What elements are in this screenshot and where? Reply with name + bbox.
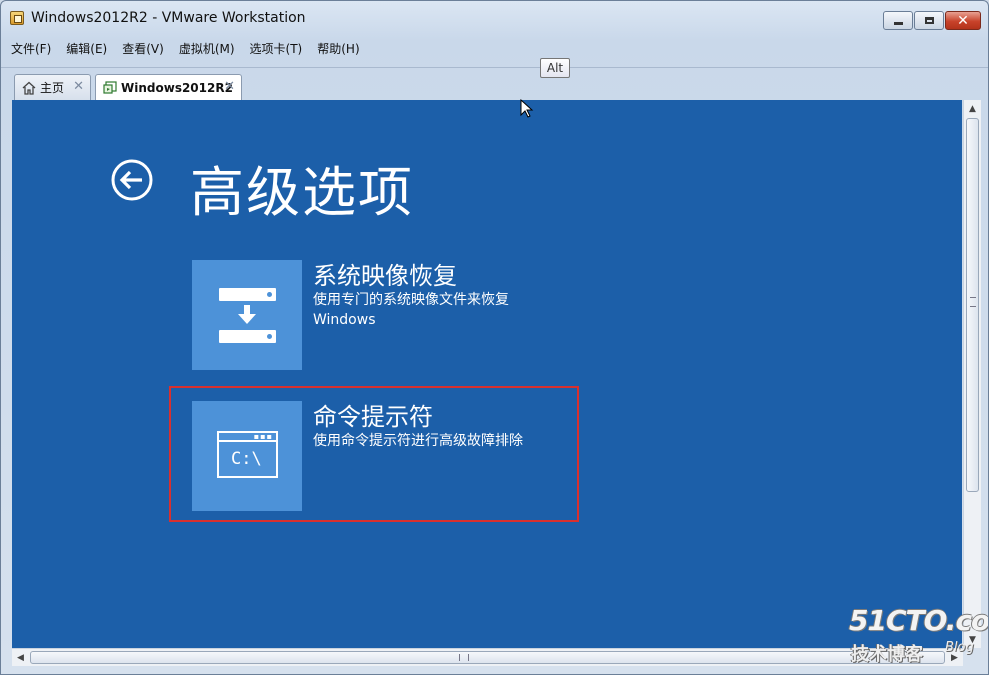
watermark-blog: Blog (945, 640, 974, 655)
minimize-button[interactable] (883, 11, 913, 30)
close-button[interactable]: ✕ (945, 11, 981, 30)
menu-view[interactable]: 查看(V) (114, 40, 171, 57)
vmware-window: Windows2012R2 - VMware Workstation ✕ 文件(… (0, 0, 989, 675)
back-arrow-icon[interactable] (111, 159, 153, 201)
vertical-scroll-thumb[interactable] (966, 118, 979, 492)
horizontal-scrollbar[interactable]: ◀ ▶ (12, 648, 963, 666)
scroll-left-icon[interactable]: ◀ (12, 649, 29, 666)
download-arrow-icon (238, 305, 256, 324)
alt-tooltip: Alt (540, 58, 570, 78)
vm-icon (103, 81, 117, 95)
prompt-text: C:\ (231, 449, 262, 469)
minimize-icon (893, 22, 903, 25)
tab-vm-close-icon[interactable]: ✕ (224, 79, 235, 94)
scroll-up-icon[interactable]: ▲ (964, 100, 981, 117)
tab-windows2012r2[interactable]: Windows2012R2 ✕ (95, 74, 242, 101)
window-title: Windows2012R2 - VMware Workstation (31, 10, 306, 26)
option-title: 命令提示符 (313, 403, 433, 431)
menu-vm[interactable]: 虚拟机(M) (171, 40, 242, 57)
drive-bottom-shape (219, 330, 276, 343)
watermark-main: 51CTO.com (849, 604, 989, 637)
title-bar[interactable]: Windows2012R2 - VMware Workstation ✕ (1, 1, 988, 35)
tab-home[interactable]: 主页 ✕ (14, 74, 91, 100)
drive-top-shape (219, 288, 276, 301)
mouse-cursor-icon (520, 98, 534, 123)
close-icon: ✕ (957, 12, 969, 29)
menu-edit[interactable]: 编辑(E) (58, 40, 114, 57)
watermark-sub: 技术博客 (851, 644, 923, 665)
tab-home-close-icon[interactable]: ✕ (73, 79, 84, 94)
maximize-button[interactable] (914, 11, 944, 30)
command-prompt-icon: ▪▪▪ C:\ (192, 401, 302, 511)
page-title: 高级选项 (190, 161, 414, 224)
menu-help[interactable]: 帮助(H) (309, 40, 366, 57)
option-description: 使用命令提示符进行高级故障排除 (313, 433, 523, 449)
horizontal-scroll-thumb[interactable] (30, 651, 945, 664)
menu-file[interactable]: 文件(F) (3, 40, 58, 57)
option-description: 使用专门的系统映像文件来恢复 Windows (313, 292, 509, 328)
option-title: 系统映像恢复 (313, 262, 457, 290)
vm-display[interactable]: 高级选项 系统映像恢复 使用专门的系统映像文件来恢复 Windows ▪▪▪ C… (12, 100, 962, 648)
console-window-shape: ▪▪▪ C:\ (217, 431, 278, 478)
home-icon (22, 81, 36, 95)
tab-bar: 主页 ✕ Windows2012R2 ✕ (1, 67, 988, 101)
system-image-icon (192, 260, 302, 370)
vmware-app-icon[interactable] (10, 11, 24, 25)
vertical-scrollbar[interactable]: ▲ ▼ (963, 100, 981, 648)
maximize-icon (924, 17, 934, 24)
tab-home-label: 主页 (40, 81, 65, 95)
menu-tabs[interactable]: 选项卡(T) (242, 40, 310, 57)
tab-vm-label: Windows2012R2 (121, 81, 233, 95)
watermark: 51CTO.com 技术博客 Blog (849, 604, 988, 665)
menu-bar: 文件(F) 编辑(E) 查看(V) 虚拟机(M) 选项卡(T) 帮助(H) (3, 35, 986, 62)
